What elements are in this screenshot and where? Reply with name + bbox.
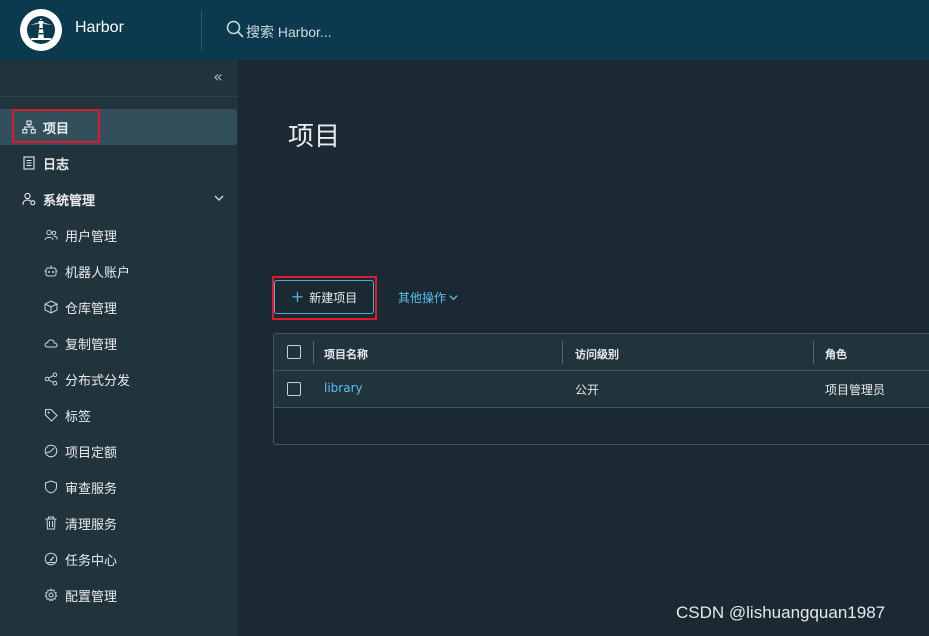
sidebar-item-admin[interactable]: 系统管理: [0, 181, 237, 217]
box-icon: [44, 300, 58, 314]
projects-table: 项目名称 访问级别 角色 library 公开 项目管理员: [273, 333, 929, 445]
sidebar-item-projects[interactable]: 项目: [0, 109, 237, 145]
column-divider[interactable]: [813, 341, 814, 364]
top-header: Harbor 搜索 Harbor...: [0, 0, 929, 60]
sidebar-item-label: 用户管理: [65, 229, 118, 245]
sidebar-item-label: 系统管理: [43, 193, 96, 209]
sidebar-item-label: 审查服务: [65, 481, 118, 497]
select-all-checkbox[interactable]: [287, 345, 301, 359]
share-icon: [44, 372, 58, 386]
main-content: 项目 + 新建项目 其他操作 项目名称 访问级别 角色 library 公开 项…: [238, 60, 929, 636]
more-actions-label: 其他操作: [398, 291, 447, 305]
sidebar-item-logs[interactable]: 日志: [0, 145, 237, 181]
sidebar-item-users[interactable]: 用户管理: [0, 217, 237, 253]
access-level-cell: 公开: [575, 383, 600, 397]
trash-icon: [44, 516, 58, 530]
cloud-icon: [44, 336, 58, 350]
sidebar-item-labels[interactable]: 标签: [0, 397, 237, 433]
projects-icon: [22, 120, 36, 134]
shield-icon: [44, 480, 58, 494]
collapse-sidebar-button[interactable]: «: [210, 68, 226, 86]
page-title: 项目: [288, 122, 341, 152]
column-header-role[interactable]: 角色: [825, 346, 847, 362]
row-checkbox[interactable]: [287, 382, 301, 396]
sidebar-item-registries[interactable]: 仓库管理: [0, 289, 237, 325]
column-divider[interactable]: [562, 341, 563, 364]
sidebar-item-label: 分布式分发: [65, 373, 131, 389]
sidebar-item-label: 复制管理: [65, 337, 118, 353]
project-name-link[interactable]: library: [324, 381, 363, 395]
sidebar-item-label: 日志: [43, 157, 70, 173]
plus-icon: +: [290, 287, 305, 306]
sidebar-item-label: 机器人账户: [65, 265, 131, 281]
sidebar-item-job-service[interactable]: 任务中心: [0, 541, 237, 577]
header-divider: [201, 10, 202, 50]
tag-icon: [44, 408, 58, 422]
sidebar-item-label: 清理服务: [65, 517, 118, 533]
sidebar-item-distributions[interactable]: 分布式分发: [0, 361, 237, 397]
sidebar-item-replications[interactable]: 复制管理: [0, 325, 237, 361]
lighthouse-icon: [27, 16, 55, 44]
sidebar-item-project-quotas[interactable]: 项目定额: [0, 433, 237, 469]
sidebar-item-clean-up[interactable]: 清理服务: [0, 505, 237, 541]
sidebar-item-robot-accounts[interactable]: 机器人账户: [0, 253, 237, 289]
sidebar-item-label: 项目定额: [65, 445, 118, 461]
sidebar: « 项目 日志 系统管理 用户管理 机器人账户 仓库管理 复制管理 分布式分发 …: [0, 60, 238, 636]
column-header-name[interactable]: 项目名称: [324, 346, 368, 362]
chevron-down-icon: [449, 295, 458, 301]
more-actions-dropdown[interactable]: 其他操作: [398, 289, 459, 306]
column-header-access[interactable]: 访问级别: [575, 346, 619, 362]
robot-icon: [44, 264, 58, 278]
users-icon: [44, 228, 58, 242]
table-row[interactable]: library 公开 项目管理员: [274, 371, 929, 408]
admin-icon: [22, 192, 36, 206]
sidebar-item-label: 标签: [65, 409, 92, 425]
sidebar-item-interrogation-services[interactable]: 审查服务: [0, 469, 237, 505]
watermark-text: CSDN @lishuangquan1987: [676, 603, 886, 622]
column-divider[interactable]: [313, 341, 314, 364]
sidebar-item-label: 配置管理: [65, 589, 118, 605]
table-header: 项目名称 访问级别 角色: [274, 334, 929, 371]
role-cell: 项目管理员: [825, 383, 886, 397]
harbor-logo[interactable]: [20, 9, 62, 51]
search-icon[interactable]: [226, 20, 244, 38]
search-input[interactable]: 搜索 Harbor...: [246, 22, 332, 42]
sidebar-divider: [0, 96, 238, 97]
sidebar-item-configuration[interactable]: 配置管理: [0, 577, 237, 613]
sidebar-item-label: 仓库管理: [65, 301, 118, 317]
gear-icon: [44, 588, 58, 602]
sidebar-item-label: 任务中心: [65, 553, 118, 569]
new-project-label: 新建项目: [309, 290, 358, 305]
log-icon: [22, 156, 36, 170]
chevron-down-icon[interactable]: [213, 192, 225, 204]
sidebar-item-label: 项目: [43, 121, 70, 137]
new-project-button[interactable]: + 新建项目: [274, 280, 374, 314]
brand-name[interactable]: Harbor: [75, 19, 124, 37]
quota-icon: [44, 444, 58, 458]
dashboard-icon: [44, 552, 58, 566]
